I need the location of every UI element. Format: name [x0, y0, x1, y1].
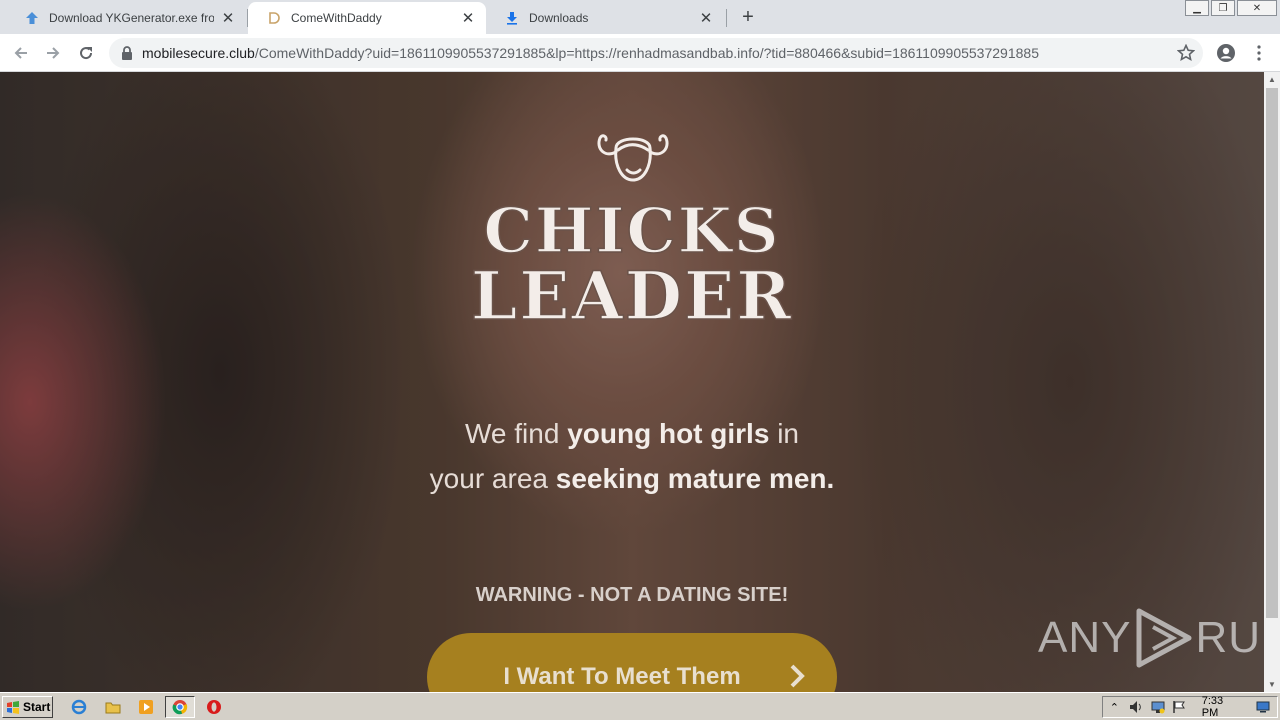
url-host: mobilesecure.club [142, 45, 255, 61]
page-viewport: CHICKS LEADER We find young hot girls in… [0, 72, 1264, 692]
windows-taskbar: Start ⌃ 7:33 PM [0, 692, 1280, 720]
new-tab-button[interactable]: + [737, 6, 759, 28]
logo-text-line2: LEADER [470, 256, 794, 336]
address-bar[interactable]: mobilesecure.club/ComeWithDaddy?uid=1861… [109, 38, 1203, 68]
back-button[interactable] [9, 41, 33, 65]
chevron-right-icon [790, 664, 805, 688]
chrome-taskbar-button[interactable] [165, 696, 195, 718]
reload-icon [80, 47, 93, 60]
start-button[interactable]: Start [2, 696, 53, 718]
upload-arrow-icon [24, 10, 40, 26]
scroll-thumb[interactable] [1266, 88, 1278, 618]
anyrun-watermark: ANY RUN [1038, 607, 1264, 669]
scroll-up-icon[interactable]: ▲ [1264, 72, 1280, 87]
browser-toolbar: mobilesecure.club/ComeWithDaddy?uid=1861… [0, 34, 1280, 72]
chrome-icon [172, 700, 188, 715]
meet-them-button[interactable]: I Want To Meet Them [427, 633, 837, 692]
start-label: Start [23, 700, 51, 714]
download-icon [504, 10, 520, 26]
menu-button[interactable] [1247, 41, 1271, 65]
lock-icon [119, 45, 135, 61]
warning-text: WARNING - NOT A DATING SITE! [475, 584, 789, 606]
watermark-right: RUN [1195, 613, 1264, 662]
restore-button[interactable]: ❐ [1211, 0, 1235, 16]
back-arrow-icon [14, 47, 27, 59]
account-icon [1217, 44, 1235, 62]
close-tab-icon[interactable]: ✕ [698, 10, 714, 27]
url-text: mobilesecure.club/ComeWithDaddy?uid=1861… [142, 45, 1039, 61]
d-favicon-icon [266, 10, 282, 26]
tagline-text: your area [429, 463, 556, 494]
forward-button[interactable] [41, 41, 65, 65]
tab-separator [726, 9, 727, 27]
tagline-line1: We find young hot girls in [0, 418, 1264, 450]
tagline-line2: your area seeking mature men. [0, 463, 1264, 495]
plus-icon: + [742, 5, 754, 28]
more-vert-icon [1257, 45, 1261, 61]
profile-button[interactable] [1214, 41, 1238, 65]
opera-icon[interactable] [205, 698, 223, 716]
restore-icon: ❐ [1218, 2, 1228, 14]
vertical-scrollbar[interactable]: ▲ ▼ [1264, 72, 1280, 692]
tab-downloads[interactable]: Downloads ✕ [486, 2, 724, 34]
forward-arrow-icon [47, 47, 60, 59]
tagline-bold: seeking mature men. [555, 463, 835, 494]
url-path: /ComeWithDaddy?uid=1861109905537291885&l… [254, 45, 1039, 61]
play-triangle-icon [1136, 608, 1192, 668]
bookmark-star-icon[interactable] [1177, 44, 1195, 62]
tagline-bold: young hot girls [567, 418, 770, 449]
show-desktop-icon[interactable] [1255, 699, 1270, 715]
girl-face-logo-icon [597, 134, 669, 182]
folder-icon[interactable] [104, 698, 122, 716]
tab-strip: Download YKGenerator.exe from Se ✕ ComeW… [0, 0, 1280, 34]
ie-icon[interactable] [70, 698, 88, 716]
reload-button[interactable] [74, 41, 98, 65]
close-tab-icon[interactable]: ✕ [460, 10, 476, 27]
volume-icon[interactable] [1129, 699, 1144, 715]
action-center-flag-icon[interactable] [1172, 699, 1187, 715]
minimize-button[interactable]: ▁ [1185, 0, 1209, 16]
taskbar-clock: 7:33 PM [1201, 695, 1224, 719]
windows-logo-icon [7, 700, 19, 714]
system-tray: ⌃ 7:33 PM [1102, 695, 1278, 719]
window-controls: ▁ ❐ ✕ [1183, 0, 1277, 18]
scroll-down-icon[interactable]: ▼ [1264, 677, 1280, 692]
close-window-button[interactable]: ✕ [1237, 0, 1277, 16]
network-icon[interactable] [1150, 699, 1165, 715]
tab-title: Downloads [529, 11, 589, 25]
tab-comewithdaddy[interactable]: ComeWithDaddy ✕ [248, 2, 486, 34]
tab-ykgenerator[interactable]: Download YKGenerator.exe from Se ✕ [6, 2, 246, 34]
tray-expand-icon[interactable]: ⌃ [1107, 699, 1122, 715]
minimize-icon: ▁ [1193, 2, 1201, 14]
tab-title: Download YKGenerator.exe from Se [49, 11, 214, 25]
tagline-text: We find [465, 418, 568, 449]
tagline-text: in [769, 418, 799, 449]
media-player-icon[interactable] [137, 698, 155, 716]
tab-title: ComeWithDaddy [291, 11, 382, 25]
cta-label: I Want To Meet Them [503, 663, 741, 690]
close-tab-icon[interactable]: ✕ [220, 10, 236, 27]
close-icon: ✕ [1252, 2, 1262, 14]
watermark-left: ANY [1038, 613, 1132, 662]
